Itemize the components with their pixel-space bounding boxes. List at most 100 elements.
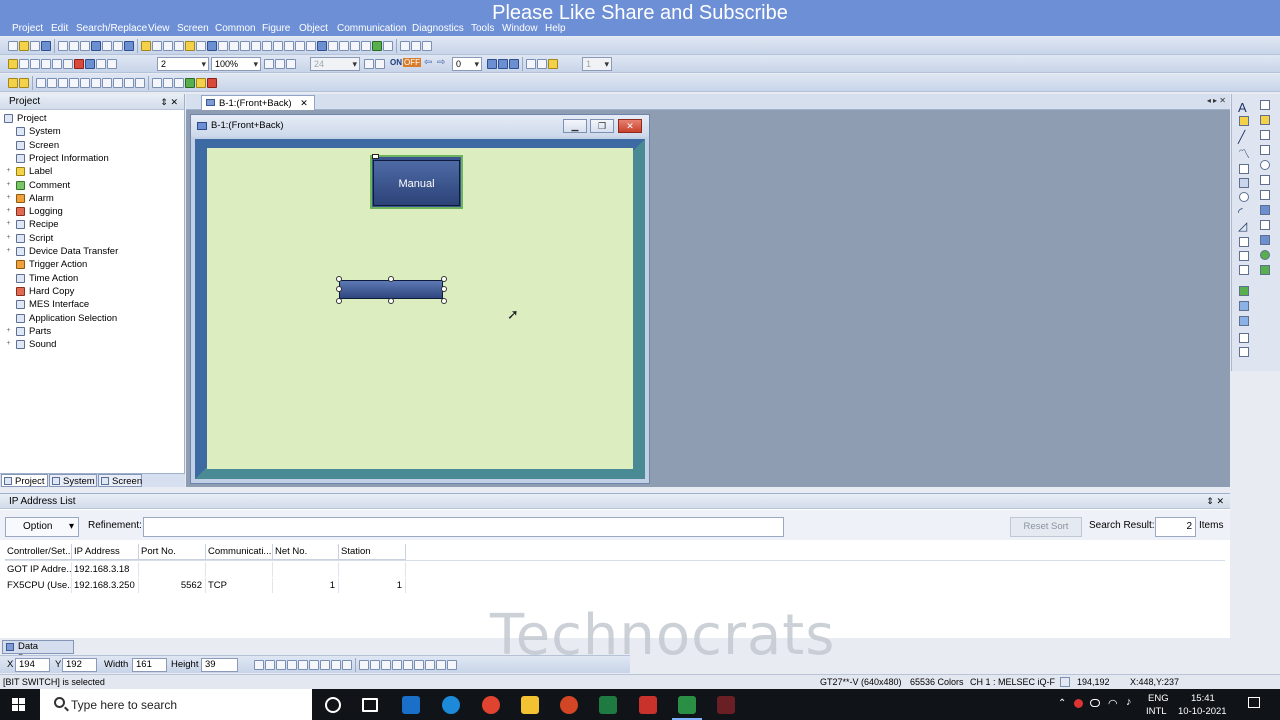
align-middle-icon[interactable]: [80, 78, 90, 88]
tree-item-logging[interactable]: + Logging: [0, 205, 180, 218]
numeric-tool-icon[interactable]: [1260, 130, 1270, 140]
copy-icon[interactable]: [69, 41, 79, 51]
clock-tool-icon[interactable]: [1260, 160, 1270, 170]
align-right-icon[interactable]: [58, 78, 68, 88]
comment-tool-icon[interactable]: [1260, 175, 1270, 185]
arrange-icon[interactable]: [8, 78, 18, 88]
table-cell[interactable]: FX5CPU (Use...: [5, 578, 72, 593]
tree-item-screen[interactable]: Screen: [0, 139, 180, 152]
layer-select[interactable]: 2: [157, 57, 209, 71]
align-left-icon[interactable]: [36, 78, 46, 88]
table-cell[interactable]: [273, 562, 339, 577]
lamp-object-icon[interactable]: [1260, 115, 1270, 125]
polygon-tool-icon[interactable]: [1239, 178, 1249, 188]
tree-item-mes[interactable]: MES Interface: [0, 298, 180, 311]
align-right-icon[interactable]: [276, 660, 286, 670]
paste-icon[interactable]: [80, 41, 90, 51]
zoom-in-icon[interactable]: [264, 59, 274, 69]
back-icon[interactable]: [52, 59, 62, 69]
read-icon[interactable]: [339, 41, 349, 51]
excel-icon[interactable]: [599, 696, 617, 714]
tree-item-trigger[interactable]: Trigger Action: [0, 258, 180, 271]
expand-icon[interactable]: +: [5, 247, 12, 255]
expand-icon[interactable]: +: [5, 194, 12, 202]
resize-handle[interactable]: [441, 276, 447, 282]
back-layer-icon[interactable]: [537, 59, 547, 69]
line-style-icon[interactable]: [359, 660, 369, 670]
align-bottom-icon[interactable]: [91, 78, 101, 88]
panel-pin-close-icon[interactable]: ⇕ ✕: [160, 94, 178, 110]
bit-switch-tool-icon[interactable]: [1260, 100, 1270, 110]
resize-handle[interactable]: [336, 286, 342, 292]
image-tool-icon[interactable]: [1239, 286, 1249, 296]
menu-figure[interactable]: Figure: [262, 22, 290, 35]
align-top-icon[interactable]: [69, 78, 79, 88]
expand-icon[interactable]: +: [5, 220, 12, 228]
dxf-tool-icon[interactable]: [1239, 301, 1249, 311]
menu-view[interactable]: View: [148, 22, 170, 35]
write-icon[interactable]: [328, 41, 338, 51]
line-tool-icon[interactable]: ╱: [1238, 130, 1245, 144]
fill-color-icon[interactable]: [403, 660, 413, 670]
fill-icon[interactable]: [85, 59, 95, 69]
tree-item-recipe[interactable]: + Recipe: [0, 218, 180, 231]
zoom-fit-icon[interactable]: [107, 59, 117, 69]
option-dropdown[interactable]: Option: [5, 517, 79, 537]
tree-item-label[interactable]: + Label: [0, 165, 180, 178]
resize-handle[interactable]: [336, 298, 342, 304]
tab-screen[interactable]: Screen: [98, 474, 142, 487]
new-icon[interactable]: [8, 41, 18, 51]
rotate-icon[interactable]: [113, 78, 123, 88]
state-select[interactable]: 0: [452, 57, 482, 71]
snap-icon[interactable]: [41, 59, 51, 69]
menu-search-replace[interactable]: Search/Replace: [76, 22, 147, 35]
fill-pattern-icon[interactable]: [392, 660, 402, 670]
gt-simulator-icon[interactable]: [717, 696, 735, 714]
device-list-icon[interactable]: [284, 41, 294, 51]
menu-window[interactable]: Window: [502, 22, 538, 35]
height-field[interactable]: 39: [201, 658, 238, 672]
distribute-icon[interactable]: [102, 78, 112, 88]
expand-icon[interactable]: +: [5, 327, 12, 335]
column-header[interactable]: Communicati...: [206, 544, 273, 560]
distribute-h-icon[interactable]: [320, 660, 330, 670]
undo-icon[interactable]: [91, 41, 101, 51]
tab-data-browser[interactable]: Data Browser: [2, 640, 74, 664]
cut-icon[interactable]: [58, 41, 68, 51]
on-toggle[interactable]: ON: [390, 58, 402, 67]
column-header[interactable]: Controller/Set...: [5, 544, 72, 560]
overlap-icon[interactable]: [229, 41, 239, 51]
cortana-icon[interactable]: [325, 697, 341, 713]
parts-icon[interactable]: [262, 41, 272, 51]
manual-switch-object[interactable]: Manual: [370, 154, 463, 209]
table-cell[interactable]: GOT IP Addre...: [5, 562, 72, 577]
tree-item-transfer[interactable]: + Device Data Transfer: [0, 245, 180, 258]
reset-sort-button[interactable]: Reset Sort: [1010, 517, 1082, 537]
gx-works-icon[interactable]: [639, 696, 657, 714]
menu-screen[interactable]: Screen: [177, 22, 209, 35]
page-select[interactable]: 1: [582, 57, 612, 71]
resize-handle[interactable]: [388, 276, 394, 282]
expand-icon[interactable]: +: [5, 340, 12, 348]
volume-icon[interactable]: ♪: [1126, 696, 1132, 708]
text-size-icon[interactable]: [436, 660, 446, 670]
rectangle-tool-icon[interactable]: [1239, 164, 1249, 174]
gt-designer-icon[interactable]: [678, 696, 696, 714]
print-icon[interactable]: [400, 41, 410, 51]
text-tool-icon[interactable]: A: [1238, 100, 1247, 115]
select-icon[interactable]: [141, 41, 151, 51]
column-header[interactable]: Station: [339, 544, 406, 560]
resize-handle[interactable]: [336, 276, 342, 282]
width-field[interactable]: 161: [132, 658, 167, 672]
next-state-icon[interactable]: ⇨: [437, 57, 445, 68]
alarm-tool-icon[interactable]: [1260, 235, 1270, 245]
dialog-icon[interactable]: [174, 41, 184, 51]
verify-icon[interactable]: [350, 41, 360, 51]
line-color-icon[interactable]: [381, 660, 391, 670]
color-icon[interactable]: [364, 59, 374, 69]
scale-tool-icon[interactable]: [1239, 251, 1249, 261]
open-icon[interactable]: [19, 41, 29, 51]
expand-icon[interactable]: +: [5, 234, 12, 242]
clock-time[interactable]: 15:41: [1191, 693, 1215, 704]
column-header[interactable]: IP Address: [72, 544, 139, 560]
